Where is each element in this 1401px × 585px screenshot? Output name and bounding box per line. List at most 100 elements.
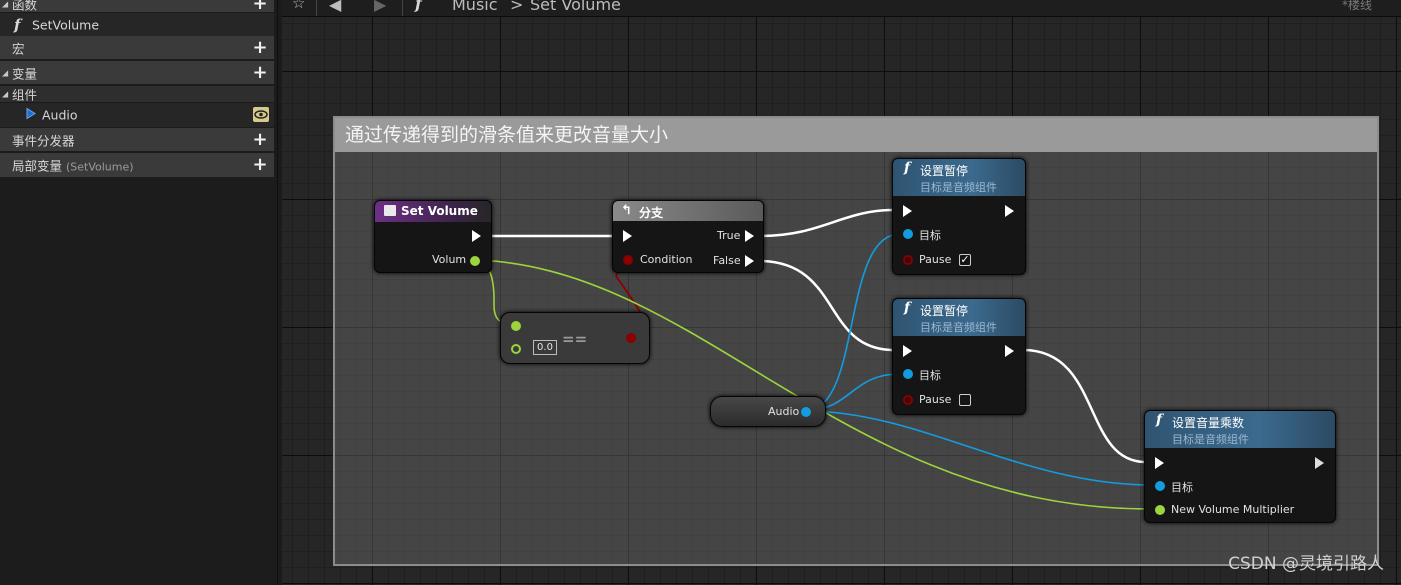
volume-pin-label: Volum	[432, 253, 467, 266]
audio-pin-label: Audio	[768, 405, 800, 418]
node-title: 分支	[639, 206, 664, 220]
exec-out-pin[interactable]	[1005, 205, 1014, 217]
node-header: ↰ 分支	[613, 201, 763, 221]
branch-icon: ↰	[621, 203, 632, 218]
add-local-variable-button[interactable]: +	[252, 156, 268, 174]
audio-component-icon	[24, 107, 38, 124]
expand-triangle-icon[interactable]: ◢	[2, 68, 8, 77]
expand-triangle-icon[interactable]: ◢	[2, 90, 8, 99]
float-wire	[475, 259, 1149, 510]
function-item-setvolume[interactable]: f SetVolume	[0, 13, 274, 36]
multiplier-pin-label: New Volume Multiplier	[1171, 503, 1295, 516]
false-exec-out-pin[interactable]	[745, 255, 754, 267]
pause-in-pin[interactable]	[903, 255, 913, 265]
operator-label: ==	[562, 330, 588, 348]
function-icon: f	[1156, 412, 1163, 428]
component-item-audio[interactable]: Audio	[0, 103, 274, 127]
my-blueprint-panel: ◢ 函数 + f SetVolume 宏 + ◢ 变量 + ◢ 组件 Audio…	[0, 0, 278, 585]
function-item-label: SetVolume	[32, 17, 100, 32]
add-variable-button[interactable]: +	[252, 63, 268, 81]
object-wire	[807, 233, 901, 412]
pause-pin-label: Pause	[919, 253, 952, 266]
variables-category-label: 变量	[12, 66, 38, 81]
function-icon: f	[904, 160, 911, 176]
function-icon: f	[904, 300, 911, 316]
function-icon: f	[14, 15, 21, 34]
exec-in-pin[interactable]	[903, 345, 912, 357]
audio-variable-node[interactable]: Audio	[710, 396, 826, 427]
node-title: 设置暂停	[920, 304, 969, 318]
macros-category-label: 宏	[12, 41, 25, 56]
watermark: CSDN @灵境引路人	[1228, 554, 1384, 574]
exec-in-pin[interactable]	[903, 205, 912, 217]
event-dispatchers-label: 事件分发器	[12, 133, 75, 148]
node-title: Set Volume	[401, 204, 478, 218]
pause-in-pin[interactable]	[903, 395, 913, 405]
node-title: 设置音量乘数	[1172, 416, 1245, 430]
target-pin-label: 目标	[919, 369, 941, 382]
default-value-field[interactable]: 0.0	[533, 340, 557, 355]
exec-in-pin[interactable]	[623, 230, 632, 242]
pause-pin-label: Pause	[919, 393, 952, 406]
exec-in-pin[interactable]	[1155, 457, 1164, 469]
components-category[interactable]: ◢ 组件	[0, 86, 274, 103]
branch-node[interactable]: ↰ 分支 True Condition False	[612, 200, 764, 273]
local-variables-scope: (SetVolume)	[66, 160, 134, 174]
functions-category[interactable]: ◢ 函数 +	[0, 0, 274, 13]
exec-wire	[759, 259, 895, 352]
entry-node-icon	[384, 205, 396, 216]
event-dispatchers-category[interactable]: 事件分发器 +	[0, 128, 274, 152]
add-event-dispatcher-button[interactable]: +	[252, 130, 268, 148]
target-in-pin[interactable]	[903, 229, 913, 239]
condition-in-pin[interactable]	[623, 255, 633, 265]
node-subtitle: 目标是音频组件	[920, 321, 997, 334]
node-header: f 设置暂停 目标是音频组件	[893, 299, 1025, 336]
target-in-pin[interactable]	[903, 369, 913, 379]
exec-wire	[1022, 348, 1147, 464]
condition-pin-label: Condition	[640, 253, 693, 266]
exec-wire	[759, 208, 895, 238]
target-pin-label: 目标	[919, 229, 941, 242]
component-item-label: Audio	[42, 107, 78, 123]
float-in-pin-b[interactable]	[511, 344, 521, 354]
target-in-pin[interactable]	[1155, 481, 1165, 491]
target-pin-label: 目标	[1171, 481, 1193, 494]
volume-out-pin[interactable]	[470, 256, 480, 266]
variables-category[interactable]: ◢ 变量 +	[0, 61, 274, 85]
exec-out-pin[interactable]	[1005, 345, 1014, 357]
pause-checkbox[interactable]: ✓	[959, 254, 971, 266]
equal-node[interactable]: 0.0 ==	[500, 312, 650, 364]
pause-checkbox[interactable]	[959, 394, 971, 406]
set-paused-node-2[interactable]: f 设置暂停 目标是音频组件 目标 Pause	[892, 298, 1026, 415]
visibility-eye-icon[interactable]	[253, 107, 269, 122]
node-header: f 设置暂停 目标是音频组件	[893, 159, 1025, 196]
expand-triangle-icon[interactable]: ◢	[2, 0, 8, 8]
components-category-label: 组件	[12, 87, 38, 103]
object-wire	[807, 410, 1153, 486]
local-variables-category[interactable]: 局部变量 (SetVolume) +	[0, 153, 274, 178]
true-exec-out-pin[interactable]	[745, 230, 754, 242]
local-variables-label-wrap: 局部变量 (SetVolume)	[12, 156, 134, 175]
set-volume-entry-node[interactable]: Set Volume Volum	[374, 200, 492, 273]
bool-out-pin[interactable]	[626, 333, 636, 343]
functions-category-label: 函数	[12, 0, 38, 12]
false-pin-label: False	[713, 254, 741, 267]
audio-out-pin[interactable]	[801, 407, 811, 417]
add-macro-button[interactable]: +	[252, 38, 268, 56]
exec-out-pin[interactable]	[1315, 457, 1324, 469]
exec-out-pin[interactable]	[472, 230, 481, 242]
node-subtitle: 目标是音频组件	[920, 181, 997, 194]
node-title: 设置暂停	[920, 164, 969, 178]
add-function-button[interactable]: +	[252, 0, 268, 12]
true-pin-label: True	[717, 229, 741, 242]
set-volume-multiplier-node[interactable]: f 设置音量乘数 目标是音频组件 目标 New Volume Multiplie…	[1144, 410, 1336, 523]
multiplier-in-pin[interactable]	[1155, 505, 1165, 515]
node-header: f 设置音量乘数 目标是音频组件	[1145, 411, 1335, 448]
local-variables-label: 局部变量	[12, 158, 63, 174]
float-in-pin-a[interactable]	[511, 321, 521, 331]
macros-category[interactable]: 宏 +	[0, 36, 274, 60]
node-subtitle: 目标是音频组件	[1172, 433, 1249, 446]
blueprint-graph-canvas[interactable]: ☆ ◀ ▶ f Music > Set Volume *楼线 通过传递得到的滑条…	[282, 0, 1401, 585]
set-paused-node-1[interactable]: f 设置暂停 目标是音频组件 目标 Pause ✓	[892, 158, 1026, 275]
node-header: Set Volume	[375, 201, 491, 222]
